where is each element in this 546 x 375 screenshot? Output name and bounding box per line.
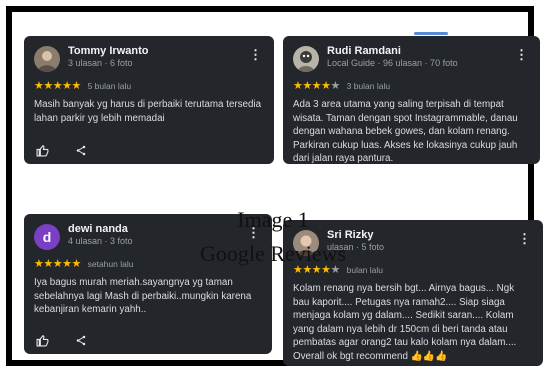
reviewer-name[interactable]: Tommy Irwanto [68,45,148,57]
avatar[interactable] [34,46,60,72]
reviewer-meta: Local Guide · 96 ulasan · 70 foto [327,58,458,68]
review-time: 5 bulan lalu [87,81,132,91]
avatar[interactable] [293,46,319,72]
share-icon[interactable] [75,144,87,157]
review-text: Iya bagus murah meriah.sayangnya yg tama… [34,277,252,315]
review-card: Tommy Irwanto 3 ulasan · 6 foto ⋮ ★★★★★ … [24,36,274,164]
review-time: 3 bulan lalu [346,81,391,91]
more-options-icon[interactable]: ⋮ [515,48,528,61]
star-rating: ★★★★★ [293,80,340,92]
review-text: Masih banyak yg harus di perbaiki teruta… [34,99,262,124]
review-text: Kolam renang nya bersih bgt... Airnya ba… [293,283,517,362]
person-photo-icon [293,46,319,72]
overlay-caption-subtitle: Google Reviews [199,241,347,266]
star-rating: ★★★★★ [34,80,81,92]
review-card: Rudi Ramdani Local Guide · 96 ulasan · 7… [283,36,540,164]
scroll-indicator [414,32,448,35]
like-icon[interactable] [36,144,49,157]
more-options-icon[interactable]: ⋮ [249,48,262,61]
reviewer-meta: 3 ulasan · 6 foto [68,58,133,68]
share-icon[interactable] [75,334,87,347]
review-text: Ada 3 area utama yang saling terpisah di… [293,99,518,164]
overlay-caption-title: Image 1 [237,207,309,232]
reviewer-name[interactable]: Rudi Ramdani [327,45,401,57]
person-photo-icon [34,46,60,72]
like-icon[interactable] [36,334,49,347]
review-time: bulan lalu [346,265,383,275]
review-card: d dewi nanda 4 ulasan · 3 foto ⋮ ★★★★★ s… [24,214,272,354]
